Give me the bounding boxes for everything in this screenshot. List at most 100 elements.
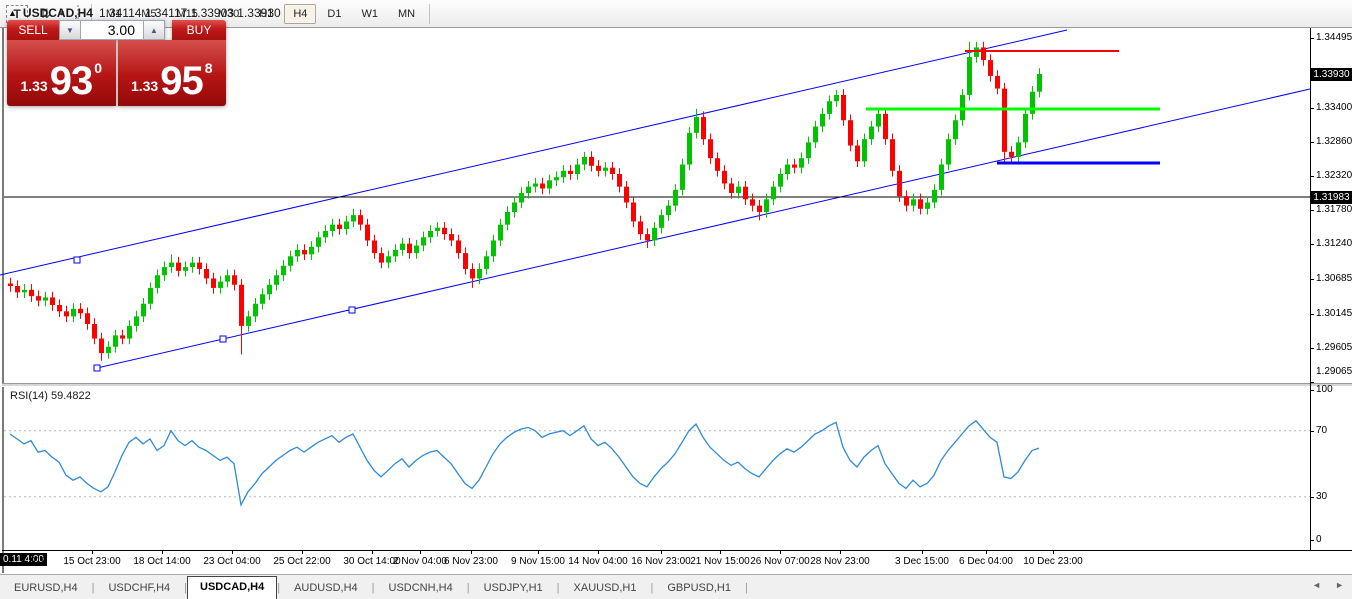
time-axis-tick <box>661 551 662 554</box>
chart-tab-usdchf-h4[interactable]: USDCHF,H4 <box>94 578 184 599</box>
time-axis-tick <box>780 551 781 554</box>
price-axis-highlight: 1.33930 <box>1311 67 1352 81</box>
chart-tab-gbpusd-h1[interactable]: GBPUSD,H1 <box>653 578 745 599</box>
buy-price-big-digits: 95 <box>160 59 203 103</box>
rsi-chart-surface[interactable] <box>0 384 1352 550</box>
time-axis-label: 18 Oct 14:00 <box>133 556 191 567</box>
price-axis-label: 1.31240 <box>1316 238 1352 250</box>
price-axis-label: 1.32320 <box>1316 169 1352 181</box>
time-axis-tick <box>538 551 539 554</box>
price-axis-label: 1.34495 <box>1316 32 1352 44</box>
rsi-axis-tick <box>1310 430 1314 432</box>
one-click-trade-panel: SELL ▼ 3.00 ▲ BUY 1.33 93 0 1.33 95 8 <box>7 20 226 106</box>
pane-divider[interactable] <box>2 383 1352 387</box>
price-axis-label: 1.30145 <box>1316 307 1352 319</box>
timeframe-button-h4[interactable]: H4 <box>284 3 317 24</box>
volume-decrease-button[interactable]: ▼ <box>59 20 81 40</box>
sell-price-pip-digit: 0 <box>94 60 103 76</box>
chart-tab-usdcnh-h4[interactable]: USDCNH,H4 <box>375 578 467 599</box>
price-axis-tick <box>1310 381 1314 383</box>
chart-symbol-label: USDCAD,H4 <box>22 6 93 20</box>
price-axis-label: 1.31780 <box>1316 204 1352 216</box>
price-axis-tick <box>1310 38 1314 40</box>
price-axis-label: 1.29605 <box>1316 341 1352 353</box>
rsi-axis-label: 70 <box>1316 424 1328 436</box>
time-axis-label: 21 Nov 15:00 <box>690 556 750 567</box>
buy-price-prefix: 1.33 <box>130 78 159 94</box>
rsi-axis-tick <box>1310 496 1314 498</box>
rsi-axis-tick <box>1310 540 1314 541</box>
rsi-axis-label: 0 <box>1316 534 1322 545</box>
time-axis-tick <box>420 551 421 554</box>
price-axis-label: 1.29065 <box>1316 366 1352 377</box>
rsi-indicator-label: RSI(14) 59.4822 <box>10 390 91 402</box>
chart-tab-bar: EURUSD,H4 | USDCHF,H4 | USDCAD,H4 | AUDUSD,H4 |… <box>0 574 1352 599</box>
time-axis-tick <box>922 551 923 554</box>
time-axis-label: 28 Nov 23:00 <box>810 556 870 567</box>
buy-price-pip-digit: 8 <box>204 60 213 76</box>
time-label-remnant: 018 <box>30 556 47 567</box>
timeframe-button-mn[interactable]: MN <box>389 4 424 24</box>
price-axis-tick <box>1310 210 1314 212</box>
price-axis-tick <box>1310 107 1314 109</box>
time-axis-label: 6 Dec 04:00 <box>959 556 1013 567</box>
time-axis-label: 10 Dec 23:00 <box>1023 556 1083 567</box>
chart-header: ▲ USDCAD,H4 1.34114 1.34117 1.33903 1.33… <box>8 6 281 20</box>
time-axis-label: 26 Nov 07:00 <box>750 556 810 567</box>
buy-price-button[interactable]: 1.33 95 8 <box>117 40 226 106</box>
tab-separator: | <box>744 582 748 594</box>
price-axis-tick <box>1310 141 1314 143</box>
price-axis-label: 1.30685 <box>1316 273 1352 285</box>
chart-tab-audusd-h4[interactable]: AUDUSD,H4 <box>280 578 372 599</box>
rsi-axis-tick <box>1310 390 1314 391</box>
time-axis-label: 6 Nov 23:00 <box>444 556 498 567</box>
time-axis-tick <box>302 551 303 554</box>
chart-tab-xauusd-h1[interactable]: XAUUSD,H1 <box>560 578 651 599</box>
chart-ohlc-values: 1.34114 1.34117 1.33903 1.33930 <box>98 6 281 20</box>
volume-input[interactable]: 3.00 <box>81 20 143 40</box>
price-axis-tick <box>1310 347 1314 349</box>
sell-price-big-digits: 93 <box>49 59 93 103</box>
tab-scroll-left-icon[interactable]: ◄ <box>1312 580 1321 590</box>
rsi-axis-label: 30 <box>1316 490 1328 502</box>
time-axis-label: 16 Nov 23:00 <box>631 556 691 567</box>
rsi-axis-label: 100 <box>1316 384 1333 395</box>
trendline-handle[interactable] <box>348 306 356 314</box>
time-axis-tick <box>840 551 841 554</box>
collapse-panel-icon[interactable]: ▲ <box>8 8 17 18</box>
timeframe-button-d1[interactable]: D1 <box>318 4 350 24</box>
time-axis-label: 14 Nov 04:00 <box>568 556 628 567</box>
time-axis-tick <box>471 551 472 554</box>
chart-tab-usdcad-h4[interactable]: USDCAD,H4 <box>187 576 278 599</box>
time-axis-tick <box>986 551 987 554</box>
buy-button[interactable]: BUY <box>172 20 226 40</box>
time-axis-tick <box>598 551 599 554</box>
price-axis-label: 1.32860 <box>1316 135 1352 147</box>
time-axis-label: 2 Nov 04:00 <box>393 556 447 567</box>
price-axis-highlight: 1.31983 <box>1311 190 1352 204</box>
timeframe-button-w1[interactable]: W1 <box>352 4 387 24</box>
time-axis-tick <box>1053 551 1054 554</box>
chart-window <box>0 28 1352 573</box>
time-axis-separator <box>2 550 1352 551</box>
trendline-handle[interactable] <box>73 256 81 264</box>
time-axis-label: 23 Oct 04:00 <box>203 556 261 567</box>
time-axis-tick <box>92 551 93 554</box>
price-axis-separator <box>1310 28 1311 550</box>
time-axis-label: 25 Oct 22:00 <box>273 556 331 567</box>
tab-scroll-right-icon[interactable]: ► <box>1335 580 1344 590</box>
price-axis-label: 1.33400 <box>1316 101 1352 113</box>
chart-tab-usdjpy-h1[interactable]: USDJPY,H1 <box>470 578 557 599</box>
trendline-handle[interactable] <box>219 335 227 343</box>
time-axis-label: 9 Nov 15:00 <box>511 556 565 567</box>
sell-price-button[interactable]: 1.33 93 0 <box>7 40 116 106</box>
volume-increase-button[interactable]: ▲ <box>143 20 165 40</box>
toolbar-separator <box>429 3 431 24</box>
trendline-handle[interactable] <box>93 364 101 372</box>
time-axis-tick <box>720 551 721 554</box>
tab-scroll-buttons: ◄ ► <box>1312 580 1344 590</box>
sell-button[interactable]: SELL <box>7 20 59 40</box>
chart-tab-eurusd-h4[interactable]: EURUSD,H4 <box>0 578 92 599</box>
mt4-window: T ⇅ ▼ M1 M5 M15 M30 H1 H4 D1 W1 MN ▲ USDCAD,H4 1… <box>0 0 1352 599</box>
time-axis-label: 3 Dec 15:00 <box>895 556 949 567</box>
